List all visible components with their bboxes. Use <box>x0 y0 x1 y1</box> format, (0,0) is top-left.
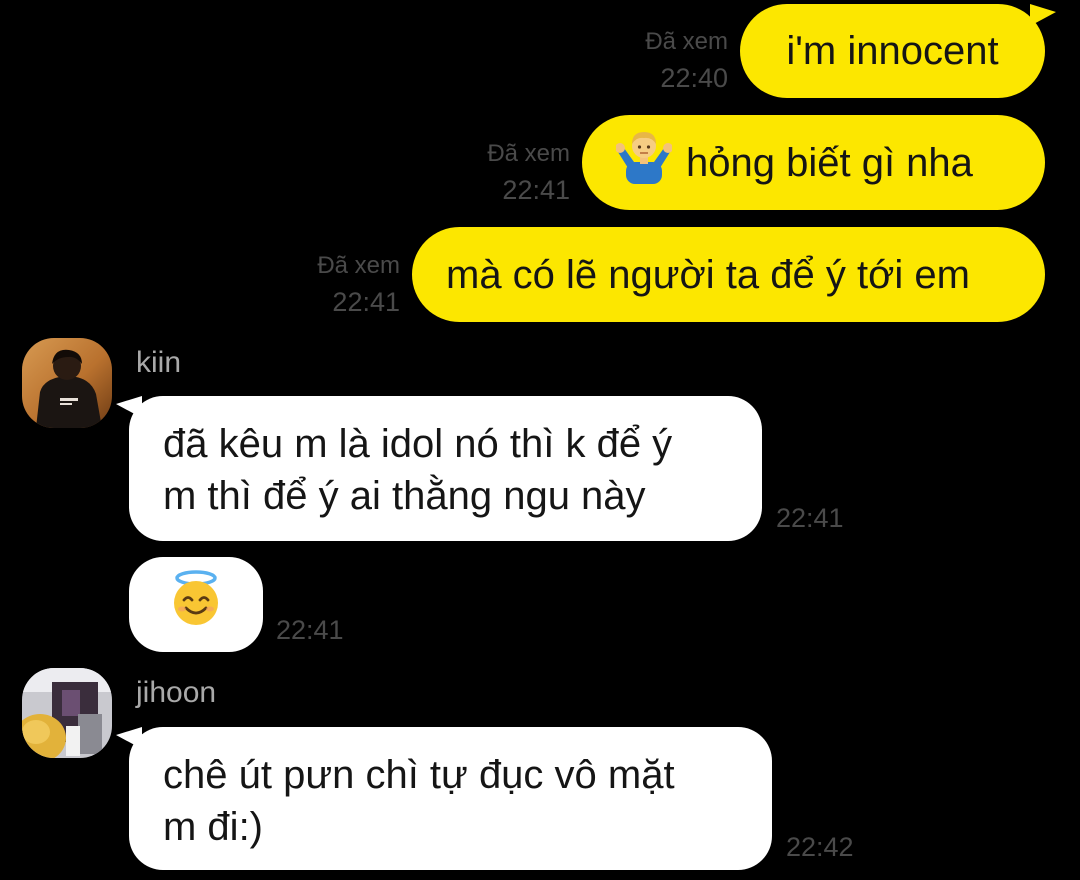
outgoing-message-bubble[interactable]: mà có lẽ người ta để ý tới em <box>412 227 1045 322</box>
message-meta: Đã xem 22:40 <box>590 24 728 96</box>
incoming-emoji-bubble[interactable] <box>129 557 263 652</box>
message-text-line: m thì để ý ai thằng ngu này <box>163 474 646 518</box>
message-meta: Đã xem 22:41 <box>262 248 400 320</box>
smiling-face-with-halo-icon <box>167 569 225 640</box>
message-text-line: đã kêu m là idol nó thì k để ý <box>163 422 673 466</box>
message-time: 22:41 <box>776 503 844 533</box>
seen-status: Đã xem <box>487 140 570 167</box>
message-text: hỏng biết gì nha <box>686 140 973 185</box>
message-time: 22:41 <box>276 615 344 645</box>
message-text-line: m đi:) <box>163 805 263 849</box>
avatar[interactable] <box>22 668 112 758</box>
outgoing-message-bubble[interactable]: hỏng biết gì nha <box>582 115 1045 210</box>
sender-name: jihoon <box>136 676 217 709</box>
message-text: mà có lẽ người ta để ý tới em <box>446 252 970 297</box>
message-time: 22:41 <box>502 175 570 205</box>
incoming-message-bubble[interactable]: đã kêu m là idol nó thì k để ý m thì để … <box>129 396 762 541</box>
sender-name: kiin <box>136 346 182 379</box>
message-time: 22:40 <box>660 63 728 93</box>
message-text-line: chê út pưn chì tự đục vô mặt <box>163 753 675 797</box>
message-time: 22:42 <box>786 832 854 862</box>
message-text: i'm innocent <box>786 29 999 73</box>
incoming-message-bubble[interactable]: chê út pưn chì tự đục vô mặt m đi:) <box>129 727 772 870</box>
bubble-tail <box>1030 4 1056 26</box>
message-time: 22:41 <box>332 287 400 317</box>
seen-status: Đã xem <box>317 252 400 279</box>
seen-status: Đã xem <box>645 28 728 55</box>
person-shrugging-icon <box>615 128 673 197</box>
message-meta: Đã xem 22:41 <box>432 136 570 208</box>
outgoing-message-bubble[interactable]: i'm innocent <box>740 4 1045 98</box>
avatar[interactable] <box>22 338 112 428</box>
